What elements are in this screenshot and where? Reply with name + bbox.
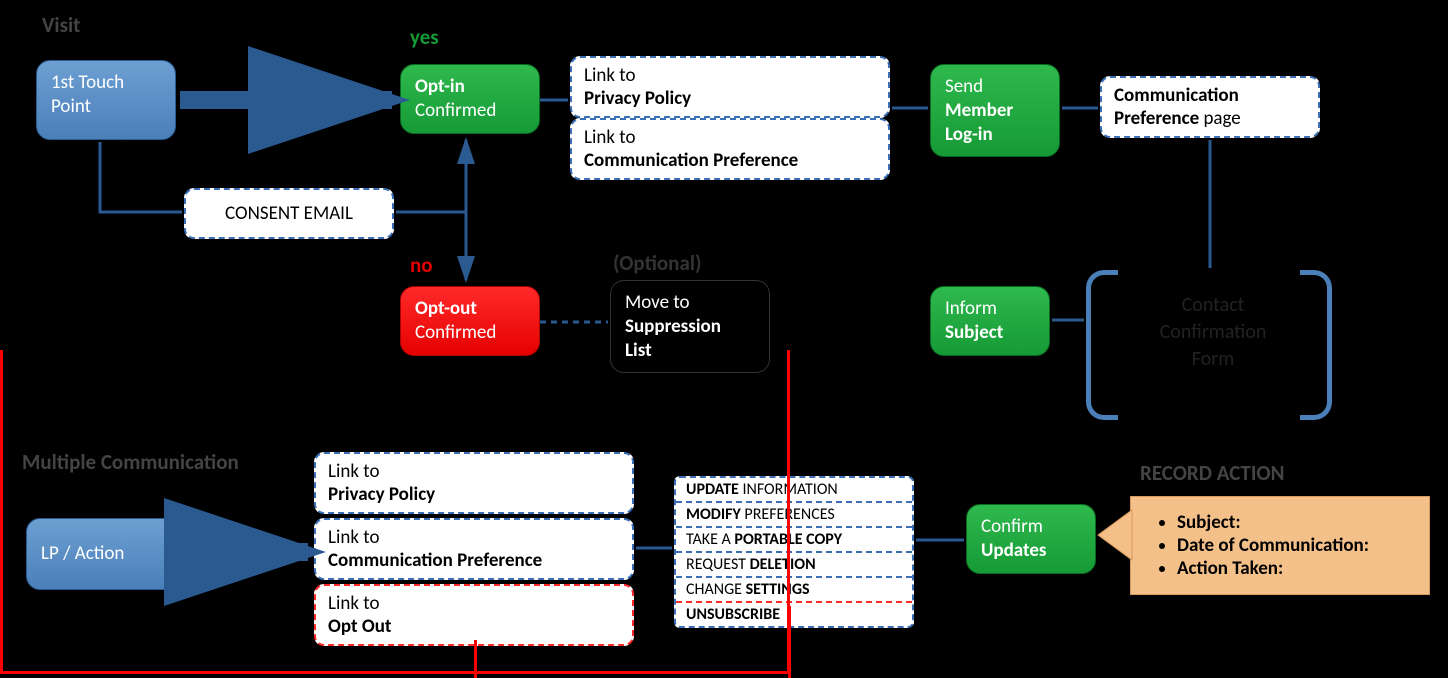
red-drop-2: [788, 606, 791, 678]
inform-l1: Inform: [945, 297, 997, 320]
opt-out-l2: Confirmed: [415, 321, 496, 344]
node-contact-confirmation: Contact Confirmation Form: [1128, 292, 1298, 373]
suppress-l1: Move to: [625, 291, 690, 314]
label-yes: yes: [410, 24, 439, 50]
send-login-l2: Member: [945, 99, 1013, 122]
confirm-upd-l2: Updates: [981, 539, 1047, 562]
inform-l2: Subject: [945, 321, 1003, 344]
contact-conf-l3: Form: [1192, 347, 1234, 371]
opt-in-l1: Opt-in: [415, 75, 465, 98]
link-commpref-l2: Communication Preference: [584, 149, 798, 172]
confirm-upd-l1: Confirm: [981, 515, 1043, 538]
red-band: [0, 350, 790, 674]
bracket-left: [1086, 270, 1118, 420]
send-login-l1: Send: [945, 75, 983, 98]
note-record-action: Subject: Date of Communication: Action T…: [1130, 496, 1430, 595]
link-commpref-l1: Link to: [584, 126, 635, 149]
node-opt-out: Opt-out Confirmed: [400, 286, 540, 356]
node-link-commpref-1: Link to Communication Preference: [570, 118, 890, 180]
first-touch-text: 1st Touch Point: [51, 71, 124, 118]
node-commpref-page: Communication Preference page: [1100, 76, 1320, 138]
commpref-page-l2: Preference: [1114, 107, 1199, 130]
bracket-right: [1300, 270, 1332, 420]
node-send-login: Send Member Log-in: [930, 64, 1060, 157]
node-first-touch: 1st Touch Point: [36, 60, 176, 140]
node-confirm-updates: Confirm Updates: [966, 504, 1096, 574]
node-consent-email: CONSENT EMAIL: [184, 188, 394, 239]
contact-conf-l2: Confirmation: [1160, 320, 1267, 344]
send-login-l3: Log-in: [945, 123, 993, 146]
note-subject: Subject:: [1177, 511, 1241, 534]
link-privacy-l1: Link to: [584, 64, 635, 87]
opt-out-l1: Opt-out: [415, 297, 477, 320]
commpref-page-l2b: page: [1203, 107, 1240, 130]
node-link-privacy-1: Link to Privacy Policy: [570, 56, 890, 118]
node-opt-in: Opt-in Confirmed: [400, 64, 540, 134]
label-optional: (Optional): [613, 250, 702, 276]
label-no: no: [410, 252, 433, 278]
link-privacy-l2: Privacy Policy: [584, 87, 691, 110]
red-drop-1: [474, 640, 477, 678]
note-date: Date of Communication:: [1177, 534, 1369, 557]
note-action-taken: Action Taken:: [1177, 557, 1283, 580]
consent-email-text: CONSENT EMAIL: [225, 202, 353, 225]
contact-conf-l1: Contact: [1182, 293, 1245, 317]
label-record-action: RECORD ACTION: [1140, 460, 1284, 486]
opt-in-l2: Confirmed: [415, 99, 496, 122]
commpref-page-l1: Communication: [1114, 84, 1239, 107]
suppress-l2: Suppression: [625, 315, 721, 338]
node-inform-subject: Inform Subject: [930, 286, 1050, 356]
label-visit: Visit: [42, 12, 80, 38]
